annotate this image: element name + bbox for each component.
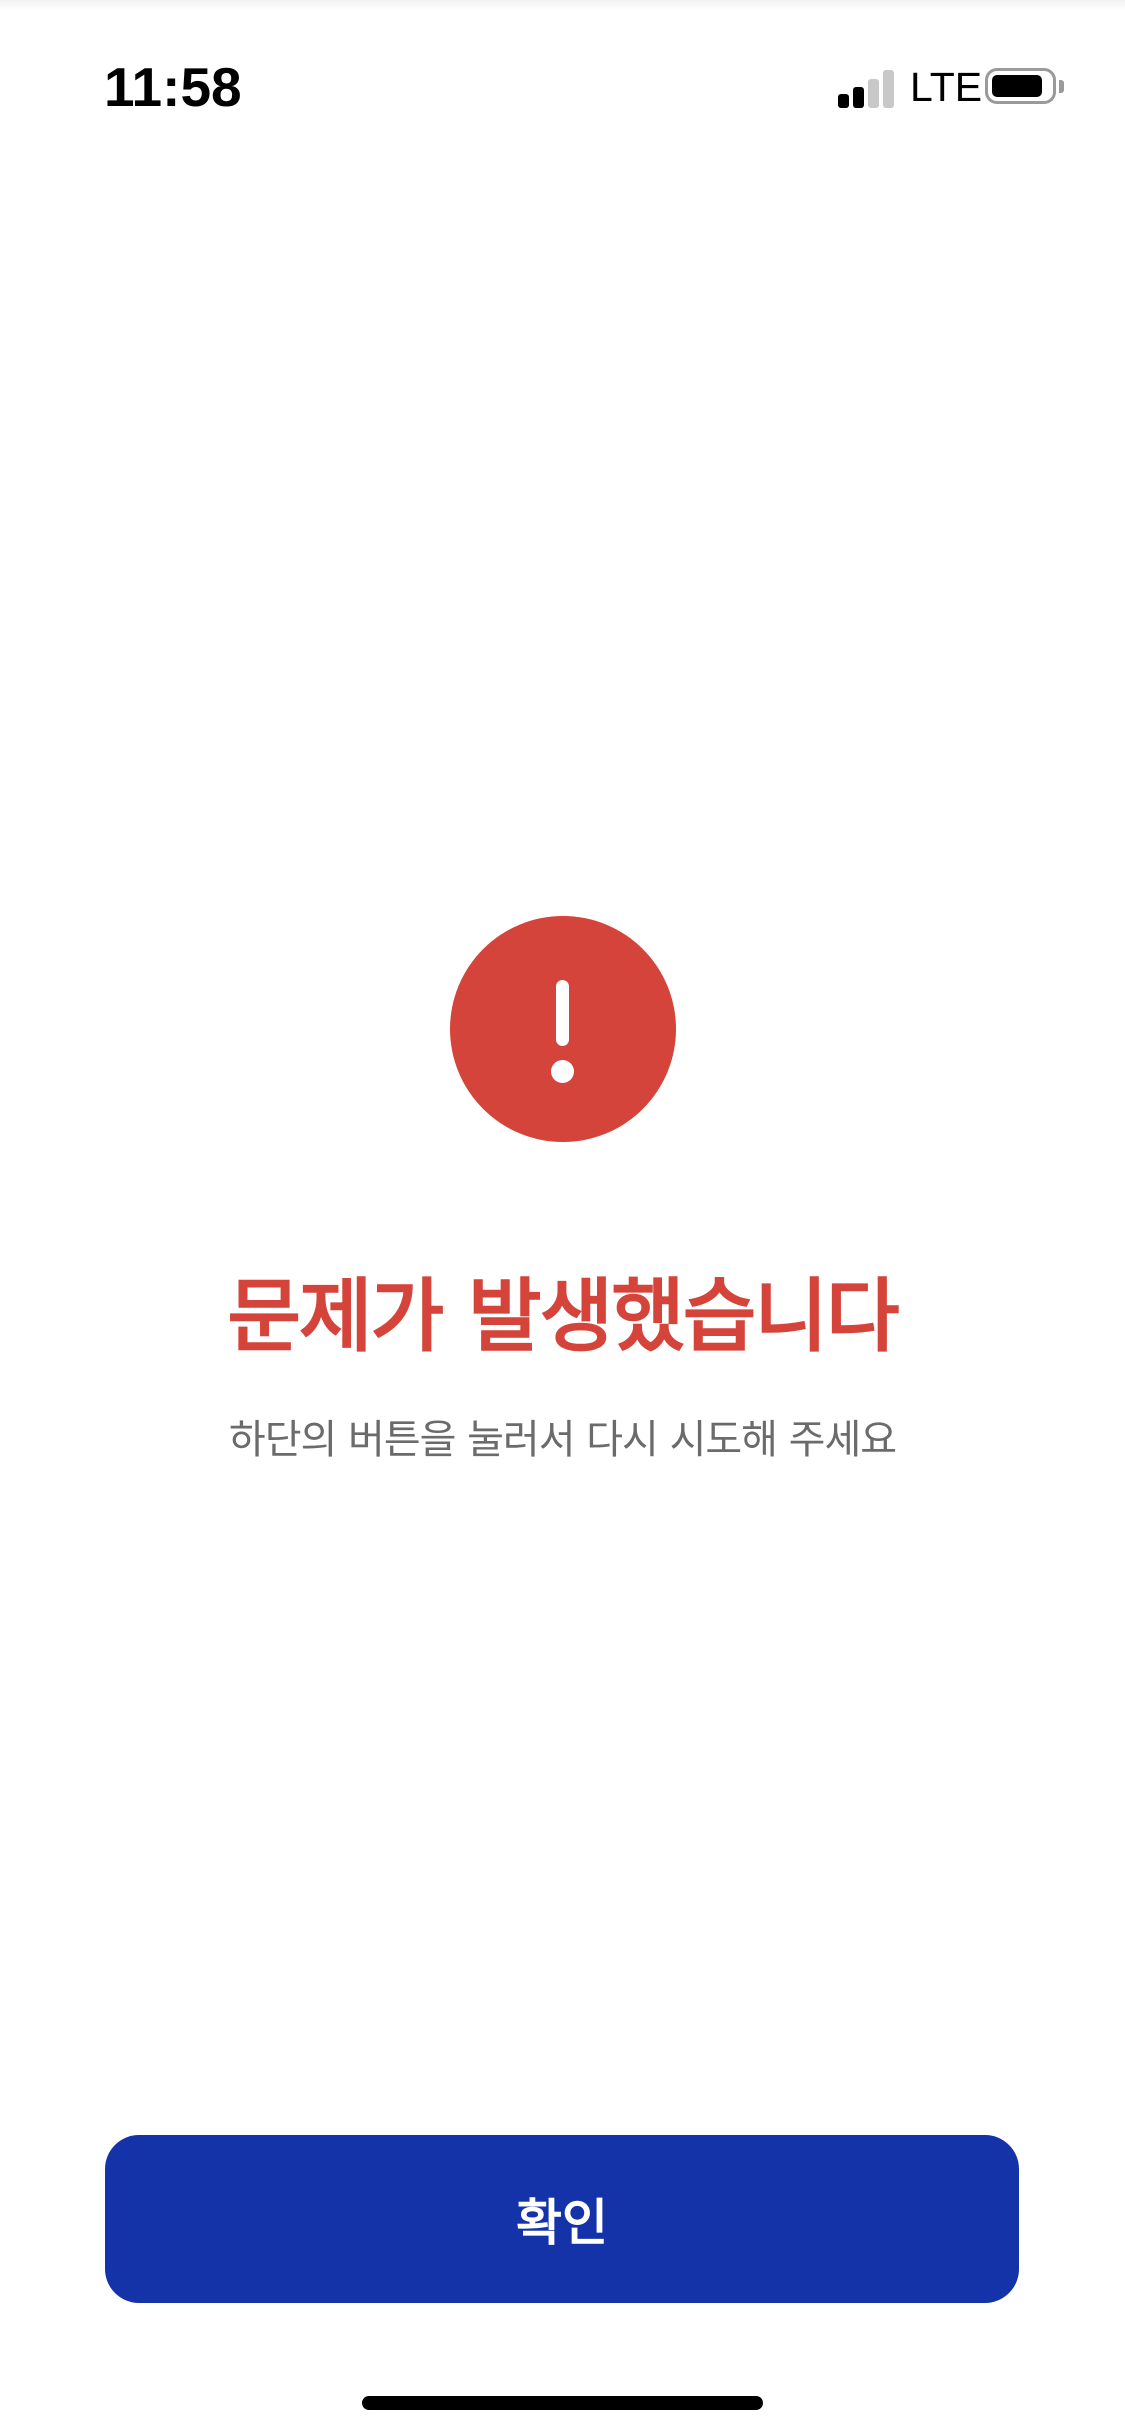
error-title: 문제가 발생했습니다 [227, 1270, 899, 1363]
battery-terminal [1059, 80, 1064, 93]
exclamation-circle-icon [450, 916, 676, 1142]
signal-bar-4 [883, 70, 894, 108]
status-time: 11:58 [104, 56, 242, 118]
signal-bar-1 [838, 94, 849, 108]
signal-bar-3 [868, 79, 879, 108]
cellular-signal-icon [838, 68, 898, 108]
network-type-label: LTE [910, 64, 983, 110]
home-indicator[interactable] [362, 2396, 763, 2410]
battery-fill [992, 75, 1042, 97]
confirm-button-label: 확인 [516, 2194, 608, 2252]
error-message: 하단의 버튼을 눌러서 다시 시도해 주세요 [228, 1417, 897, 1463]
confirm-button[interactable]: 확인 [105, 2135, 1019, 2303]
status-bar: 11:58 LTE [0, 0, 1125, 150]
exclamation-dot [551, 1060, 574, 1083]
signal-bar-2 [853, 87, 864, 108]
battery-icon [985, 68, 1065, 108]
exclamation-stem [556, 980, 569, 1046]
